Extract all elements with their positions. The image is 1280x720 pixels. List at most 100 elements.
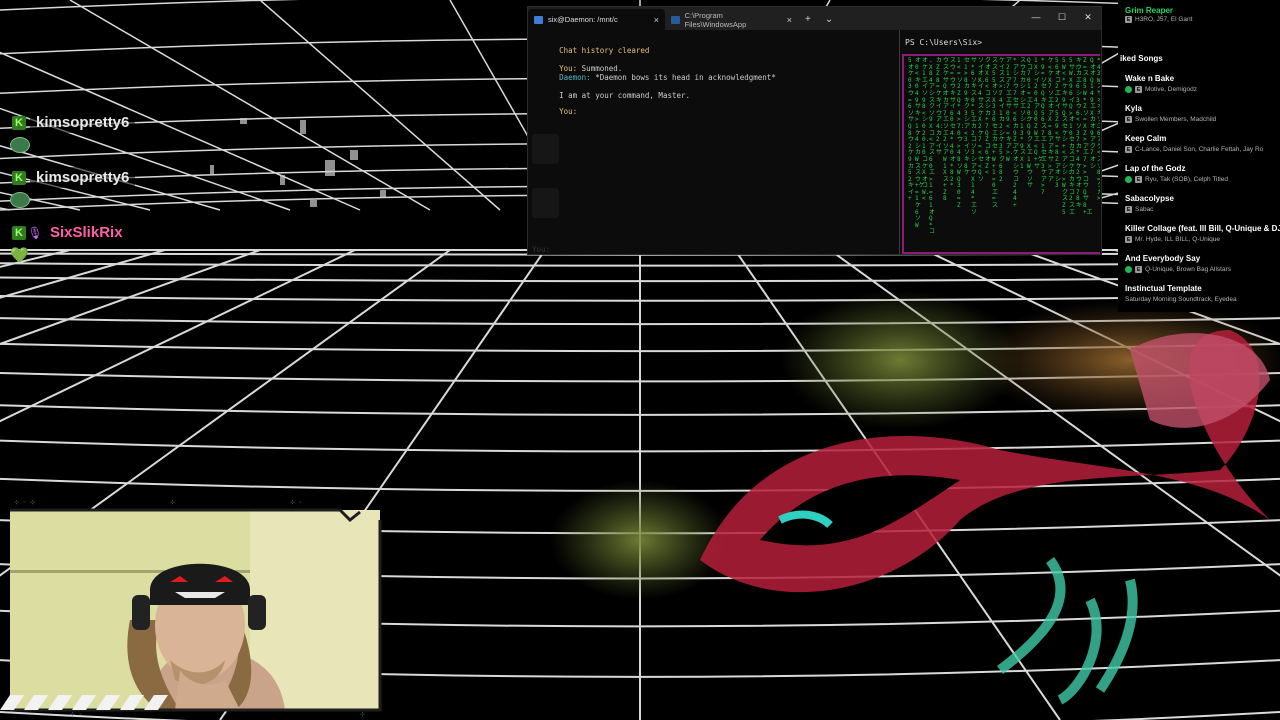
matrix-rain: 5オケ03ウ=6ソサQ8ウ2ケ9カ52キイ+ オ0<キ049サキ>1ケ4シカWスス… bbox=[902, 54, 1100, 254]
matrix-column: 5サ:W.X96イQ>オ10セカスコケカカキコ2スエ bbox=[1069, 57, 1079, 216]
matrix-column: .X84アシスクソ9Xコ<アス60エ>1=61オQ*コ bbox=[929, 57, 936, 236]
matrix-column: スス55オソ:X336セエカセ+W+1=0エ=ス bbox=[992, 57, 1002, 210]
emote-icon bbox=[10, 137, 30, 153]
linux-terminal-icon bbox=[534, 15, 543, 24]
explicit-icon: E bbox=[1135, 176, 1142, 183]
downloaded-icon bbox=[1125, 266, 1132, 273]
matrix-column: オ0<キ049サキ>1ケ4シカWススウ+ケ=1ケ6ソW bbox=[915, 57, 925, 229]
sub-badge-icon: K bbox=[12, 115, 26, 130]
matrix-column: セ1>8カ9キク3シア<3イソキ8ケ bbox=[964, 57, 971, 177]
song-artist: E Swollen Members, Madchild bbox=[1125, 116, 1217, 123]
terminal-window[interactable]: six@Daemon: /mnt/c × C:\Program Files\Wi… bbox=[527, 6, 1102, 255]
matrix-column: スウカカシオシエソシ:13*9スX1 bbox=[1020, 57, 1030, 170]
song-title[interactable]: Wake n Bake bbox=[1125, 74, 1174, 83]
matrix-column: ケ<ケX7ソ.エオアX=8アアキサ>アア bbox=[1048, 57, 1058, 183]
matrix-column: *アシ7ウ7セサ<6カ9Zアケオシウコ244+ bbox=[1013, 57, 1020, 210]
matrix-column: クオX6<コスシカ+7QZコ6オZ< bbox=[985, 57, 992, 177]
terminal-tab-bar: six@Daemon: /mnt/c × C:\Program Files\Wi… bbox=[528, 7, 1101, 30]
sub-badge-icon: K bbox=[12, 170, 26, 185]
tab-powershell[interactable]: C:\Program Files\WindowsApp × bbox=[665, 9, 798, 30]
song-artist: E Sabac bbox=[1125, 206, 1154, 213]
faded-panel bbox=[532, 188, 559, 218]
explicit-icon: E bbox=[1125, 206, 1132, 213]
explicit-icon: E bbox=[1125, 146, 1132, 153]
explicit-icon: E bbox=[1135, 266, 1142, 273]
matrix-column: *9=ソセQキQ56ス7エ1セエ3ケア>7 bbox=[1041, 57, 1048, 196]
tab-dropdown-button[interactable]: ⌄ bbox=[818, 9, 840, 30]
explicit-icon: E bbox=[1125, 116, 1132, 123]
terminal-input-line[interactable]: You: bbox=[532, 98, 577, 125]
matrix-column: Z=ス85W*Zソ=XZ>アエ7>>コウQサ8+エ bbox=[1083, 57, 1093, 216]
minimize-button[interactable]: — bbox=[1023, 7, 1049, 27]
close-tab-icon[interactable]: × bbox=[654, 15, 659, 25]
faded-prompt: You: bbox=[532, 245, 551, 254]
matrix-column: 5W<*ケキ9サQスセケシ+<アシシ:>WクスZ5 bbox=[1062, 57, 1072, 216]
webcam-feed bbox=[10, 510, 380, 710]
heart-icon: 💚 bbox=[10, 247, 29, 264]
matrix-column: カZZ8=ケ:キイウア4:.カ2イサ bbox=[936, 57, 947, 157]
section-title: iked Songs bbox=[1120, 54, 1163, 63]
chat-username: kimsopretty6 bbox=[30, 167, 136, 188]
song-artist: E Motive, Demigodz bbox=[1125, 86, 1197, 93]
powershell-pane[interactable]: PS C:\Users\Six> 5オケ03ウ=6ソサQ8ウ2ケ9カ52キイ+ オ… bbox=[899, 30, 1102, 254]
matrix-column: ウスケサQオカア7エソエ2ソアW1Xス+Z8 bbox=[943, 57, 950, 203]
grid-line bbox=[259, 0, 501, 211]
explicit-icon: E bbox=[1125, 16, 1132, 23]
matrix-column: ア21ア7エエサ09<=キア.>.W bbox=[1006, 57, 1016, 163]
song-artist: E H3RO, J57, El Gant bbox=[1125, 16, 1193, 23]
matrix-column: 5オケ03ウ=6ソサQ8ウ2ケ9カ52キイ+ bbox=[908, 57, 915, 203]
close-window-button[interactable]: ✕ bbox=[1075, 7, 1101, 27]
song-title[interactable]: Sabacolypse bbox=[1125, 194, 1174, 203]
matrix-column: キウカエ6シ3ウ6.<ソ37カ*4ケ2ウオ78キ bbox=[1076, 57, 1084, 210]
matrix-column: ソイオX.イ4サスケX2ケ7=<セ<Qソ bbox=[978, 57, 986, 183]
matrix-column: オケ1エイソ98<シ020.10コケXオコW.< bbox=[922, 57, 930, 203]
tab-label: six@Daemon: /mnt/c bbox=[548, 15, 618, 24]
daemon-chat-pane[interactable]: Chat history cleared You: Summoned. Daem… bbox=[528, 30, 898, 254]
song-artist: Saturday Morning Soundtrack, Eyedea bbox=[1125, 296, 1237, 303]
song-artist: E Ryu, Tak (SOB), Celph Titled bbox=[1125, 176, 1228, 183]
matrix-column: スウ=ウウキサイ60セ4*40オ*82* bbox=[950, 57, 957, 190]
explicit-icon: E bbox=[1135, 86, 1142, 93]
maximize-button[interactable]: ☐ bbox=[1049, 7, 1075, 27]
chat-username: kimsopretty6 bbox=[30, 112, 136, 133]
matrix-column: 56オコ2エ2イ5Z9<サ=8Zアオシ3 bbox=[1055, 57, 1062, 190]
song-artist: E Mr. Hyde, ILL BILL, Q-Unique bbox=[1125, 236, 1221, 243]
song-title[interactable]: Kyla bbox=[1125, 104, 1142, 113]
powershell-icon bbox=[671, 15, 680, 24]
song-title[interactable]: Keep Calm bbox=[1125, 134, 1166, 143]
song-artist: E C-Lance, Daniel Son, Charlie Fettah, Ja… bbox=[1125, 146, 1264, 153]
matrix-column: 1<=ソ2ZQ*4>7:0ウ>48ソWQ30=Z bbox=[957, 57, 965, 210]
song-title[interactable]: Grim Reaper bbox=[1125, 6, 1173, 15]
new-tab-button[interactable]: + bbox=[798, 9, 818, 30]
matrix-column: サ*6ソ:キス0*5エカ2コソ3シアウX14*エソ bbox=[971, 57, 981, 216]
song-title[interactable]: And Everybody Say bbox=[1125, 254, 1200, 263]
matrix-column: Qコ701=エ20ケQ9クXエ1Wウソサ bbox=[1027, 57, 1034, 190]
microphone-badge-icon: 🎙 bbox=[27, 225, 43, 240]
matrix-column: ケイスス>:74イ1カ2シケ35ク682 bbox=[999, 57, 1007, 183]
song-title[interactable]: Lap of the Godz bbox=[1125, 164, 1185, 173]
tab-label: C:\Program Files\WindowsApp bbox=[684, 10, 747, 29]
close-tab-icon[interactable]: × bbox=[787, 15, 792, 25]
grid-line bbox=[0, 207, 11, 211]
tab-daemon[interactable]: six@Daemon: /mnt/c × bbox=[528, 9, 665, 30]
chat-message: K 🎙 SixSlikRix bbox=[12, 222, 129, 243]
faded-panel bbox=[532, 134, 559, 164]
explicit-icon: E bbox=[1125, 236, 1132, 243]
matrix-column: Qオオ.:Q149エXカオ:9アク7オシ bbox=[1090, 57, 1100, 170]
webcam-image bbox=[10, 510, 380, 710]
matrix-column: *43Wスサオオキソコ6アケ<スソ8=クカ> bbox=[1097, 57, 1100, 203]
chat-message: K kimsopretty6 bbox=[12, 167, 136, 188]
chat-message: K kimsopretty6 bbox=[12, 112, 136, 133]
song-title[interactable]: Killer Collage (feat. Ill Bill, Q-Unique… bbox=[1125, 224, 1280, 233]
downloaded-icon bbox=[1125, 86, 1132, 93]
powershell-prompt[interactable]: PS C:\Users\Six> bbox=[905, 38, 982, 47]
song-artist: E Q-Unique, Brown Bag Allstars bbox=[1125, 266, 1231, 273]
window-controls: — ☐ ✕ bbox=[1023, 7, 1101, 27]
matrix-column: 1Xシイ204アQ0ZWエ<Q+ケサ bbox=[1034, 57, 1044, 170]
downloaded-icon bbox=[1125, 176, 1132, 183]
emote-icon bbox=[10, 192, 30, 208]
liked-songs-panel: Grim Reaper E H3RO, J57, El Gant iked Son… bbox=[1118, 0, 1280, 312]
floating-particles bbox=[210, 118, 386, 207]
song-title[interactable]: Instinctual Template bbox=[1125, 284, 1202, 293]
sub-badge-icon: K bbox=[12, 225, 26, 240]
